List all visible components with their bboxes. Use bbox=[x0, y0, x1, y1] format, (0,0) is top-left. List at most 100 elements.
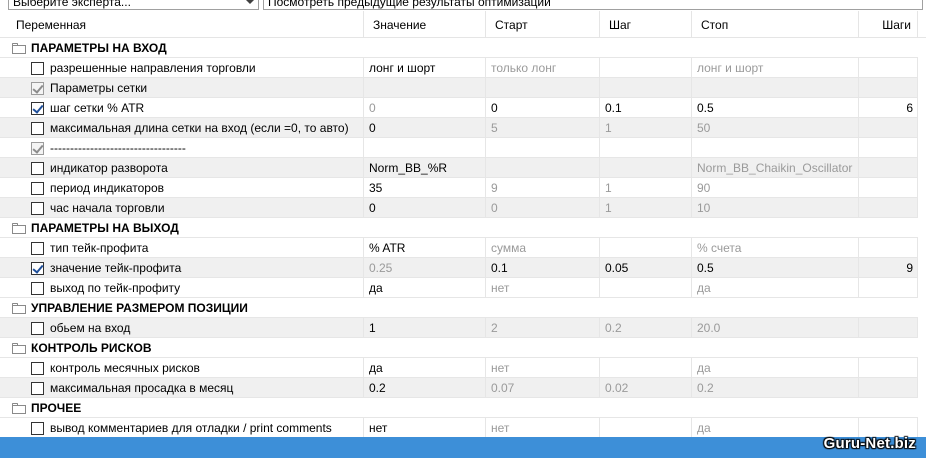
value-cell[interactable]: 0 bbox=[364, 118, 486, 138]
stop-cell[interactable]: лонг и шорт bbox=[692, 58, 859, 78]
group-row[interactable]: УПРАВЛЕНИЕ РАЗМЕРОМ ПОЗИЦИИ bbox=[0, 298, 918, 318]
value-cell[interactable] bbox=[364, 138, 486, 158]
optimize-checkbox[interactable] bbox=[31, 382, 44, 395]
stop-cell[interactable]: 0.2 bbox=[692, 378, 859, 398]
step-cell[interactable] bbox=[600, 358, 692, 378]
group-row[interactable]: ПРОЧЕЕ bbox=[0, 398, 918, 418]
value-cell[interactable] bbox=[364, 78, 486, 98]
column-header-value[interactable]: Значение bbox=[364, 11, 486, 38]
step-cell[interactable] bbox=[600, 138, 692, 158]
start-cell[interactable]: сумма bbox=[486, 238, 600, 258]
start-cell[interactable]: 5 bbox=[486, 118, 600, 138]
value-cell[interactable]: нет bbox=[364, 418, 486, 438]
stop-cell[interactable]: 0.5 bbox=[692, 258, 859, 278]
optimize-checkbox[interactable] bbox=[31, 182, 44, 195]
step-cell[interactable]: 1 bbox=[600, 118, 692, 138]
step-cell[interactable] bbox=[600, 238, 692, 258]
start-cell[interactable]: нет bbox=[486, 358, 600, 378]
value-cell[interactable]: 35 bbox=[364, 178, 486, 198]
parameter-row[interactable]: максимальная длина сетки на вход (если =… bbox=[0, 118, 918, 138]
stop-cell[interactable]: 50 bbox=[692, 118, 859, 138]
value-cell[interactable]: Norm_BB_%R bbox=[364, 158, 486, 178]
chevron-down-icon[interactable] bbox=[246, 0, 254, 4]
value-cell[interactable]: 0.25 bbox=[364, 258, 486, 278]
parameter-row[interactable]: ---------------------------------- bbox=[0, 138, 918, 158]
parameter-row[interactable]: обьем на вход 1 2 0.2 20.0 bbox=[0, 318, 918, 338]
stop-cell[interactable] bbox=[692, 78, 859, 98]
step-cell[interactable] bbox=[600, 418, 692, 438]
start-cell[interactable] bbox=[486, 78, 600, 98]
start-cell[interactable] bbox=[486, 158, 600, 178]
start-cell[interactable]: 0 bbox=[486, 198, 600, 218]
parameter-row[interactable]: час начала торговли 0 0 1 10 bbox=[0, 198, 918, 218]
start-cell[interactable]: 0.07 bbox=[486, 378, 600, 398]
column-header-variable[interactable]: Переменная bbox=[0, 11, 364, 38]
group-row[interactable]: КОНТРОЛЬ РИСКОВ bbox=[0, 338, 918, 358]
start-cell[interactable]: 9 bbox=[486, 178, 600, 198]
value-cell[interactable]: % ATR bbox=[364, 238, 486, 258]
parameter-row[interactable]: контроль месячных рисков да нет да bbox=[0, 358, 918, 378]
step-cell[interactable] bbox=[600, 278, 692, 298]
parameter-row[interactable]: Параметры сетки bbox=[0, 78, 918, 98]
expert-select[interactable]: Выберите эксперта... bbox=[8, 0, 259, 10]
optimize-checkbox[interactable] bbox=[31, 362, 44, 375]
stop-cell[interactable]: да bbox=[692, 358, 859, 378]
column-header-stop[interactable]: Стоп bbox=[692, 11, 859, 38]
stop-cell[interactable]: 0.5 bbox=[692, 98, 859, 118]
start-cell[interactable]: 0.1 bbox=[486, 258, 600, 278]
column-header-start[interactable]: Старт bbox=[486, 11, 600, 38]
value-cell[interactable]: да bbox=[364, 358, 486, 378]
step-cell[interactable]: 1 bbox=[600, 178, 692, 198]
parameter-row[interactable]: индикатор разворота Norm_BB_%R Norm_BB_Cha… bbox=[0, 158, 918, 178]
optimize-checkbox[interactable] bbox=[31, 422, 44, 435]
step-cell[interactable]: 0.1 bbox=[600, 98, 692, 118]
value-cell[interactable]: лонг и шорт bbox=[364, 58, 486, 78]
parameter-row[interactable]: максимальная просадка в месяц 0.2 0.07 0.02… bbox=[0, 378, 918, 398]
group-row[interactable]: ПАРАМЕТРЫ НА ВЫХОД bbox=[0, 218, 918, 238]
column-header-steps[interactable]: Шаги bbox=[859, 11, 918, 38]
step-cell[interactable] bbox=[600, 58, 692, 78]
start-cell[interactable]: только лонг bbox=[486, 58, 600, 78]
step-cell[interactable]: 0.02 bbox=[600, 378, 692, 398]
optimize-checkbox[interactable] bbox=[31, 282, 44, 295]
column-header-step[interactable]: Шаг bbox=[600, 11, 692, 38]
value-cell[interactable]: 1 bbox=[364, 318, 486, 338]
optimize-checkbox[interactable] bbox=[31, 162, 44, 175]
parameter-row[interactable]: период индикаторов 35 9 1 90 bbox=[0, 178, 918, 198]
start-cell[interactable] bbox=[486, 138, 600, 158]
parameter-row[interactable]: разрешенные направления торговли лонг и ш… bbox=[0, 58, 918, 78]
parameter-row[interactable]: тип тейк-профита % ATR сумма % счета bbox=[0, 238, 918, 258]
optimize-checkbox[interactable] bbox=[31, 102, 44, 115]
group-row[interactable]: ПАРАМЕТРЫ НА ВХОД bbox=[0, 38, 918, 58]
step-cell[interactable] bbox=[600, 78, 692, 98]
optimize-checkbox[interactable] bbox=[31, 322, 44, 335]
stop-cell[interactable]: да bbox=[692, 278, 859, 298]
step-cell[interactable]: 0.05 bbox=[600, 258, 692, 278]
optimize-checkbox[interactable] bbox=[31, 202, 44, 215]
start-cell[interactable]: 0 bbox=[486, 98, 600, 118]
stop-cell[interactable]: % счета bbox=[692, 238, 859, 258]
stop-cell[interactable] bbox=[692, 138, 859, 158]
parameter-row[interactable]: значение тейк-профита 0.25 0.1 0.05 0.5 9 bbox=[0, 258, 918, 278]
step-cell[interactable] bbox=[600, 158, 692, 178]
optimize-checkbox[interactable] bbox=[31, 62, 44, 75]
value-cell[interactable]: 0 bbox=[364, 98, 486, 118]
stop-cell[interactable]: 20.0 bbox=[692, 318, 859, 338]
value-cell[interactable]: 0.2 bbox=[364, 378, 486, 398]
value-cell[interactable]: 0 bbox=[364, 198, 486, 218]
previous-results-select[interactable]: Посмотреть предыдущие результаты оптимиз… bbox=[263, 0, 923, 10]
start-cell[interactable]: 2 bbox=[486, 318, 600, 338]
start-cell[interactable]: нет bbox=[486, 418, 600, 438]
stop-cell[interactable]: Norm_BB_Chaikin_Oscillator bbox=[692, 158, 859, 178]
optimize-checkbox[interactable] bbox=[31, 122, 44, 135]
stop-cell[interactable]: 90 bbox=[692, 178, 859, 198]
parameter-row[interactable]: шаг сетки % ATR 0 0 0.1 0.5 6 bbox=[0, 98, 918, 118]
parameter-row[interactable]: вывод комментариев для отладки / print c… bbox=[0, 418, 918, 438]
step-cell[interactable]: 0.2 bbox=[600, 318, 692, 338]
start-cell[interactable]: нет bbox=[486, 278, 600, 298]
parameter-row[interactable]: выход по тейк-профиту да нет да bbox=[0, 278, 918, 298]
optimize-checkbox[interactable] bbox=[31, 242, 44, 255]
stop-cell[interactable]: 10 bbox=[692, 198, 859, 218]
step-cell[interactable]: 1 bbox=[600, 198, 692, 218]
value-cell[interactable]: да bbox=[364, 278, 486, 298]
